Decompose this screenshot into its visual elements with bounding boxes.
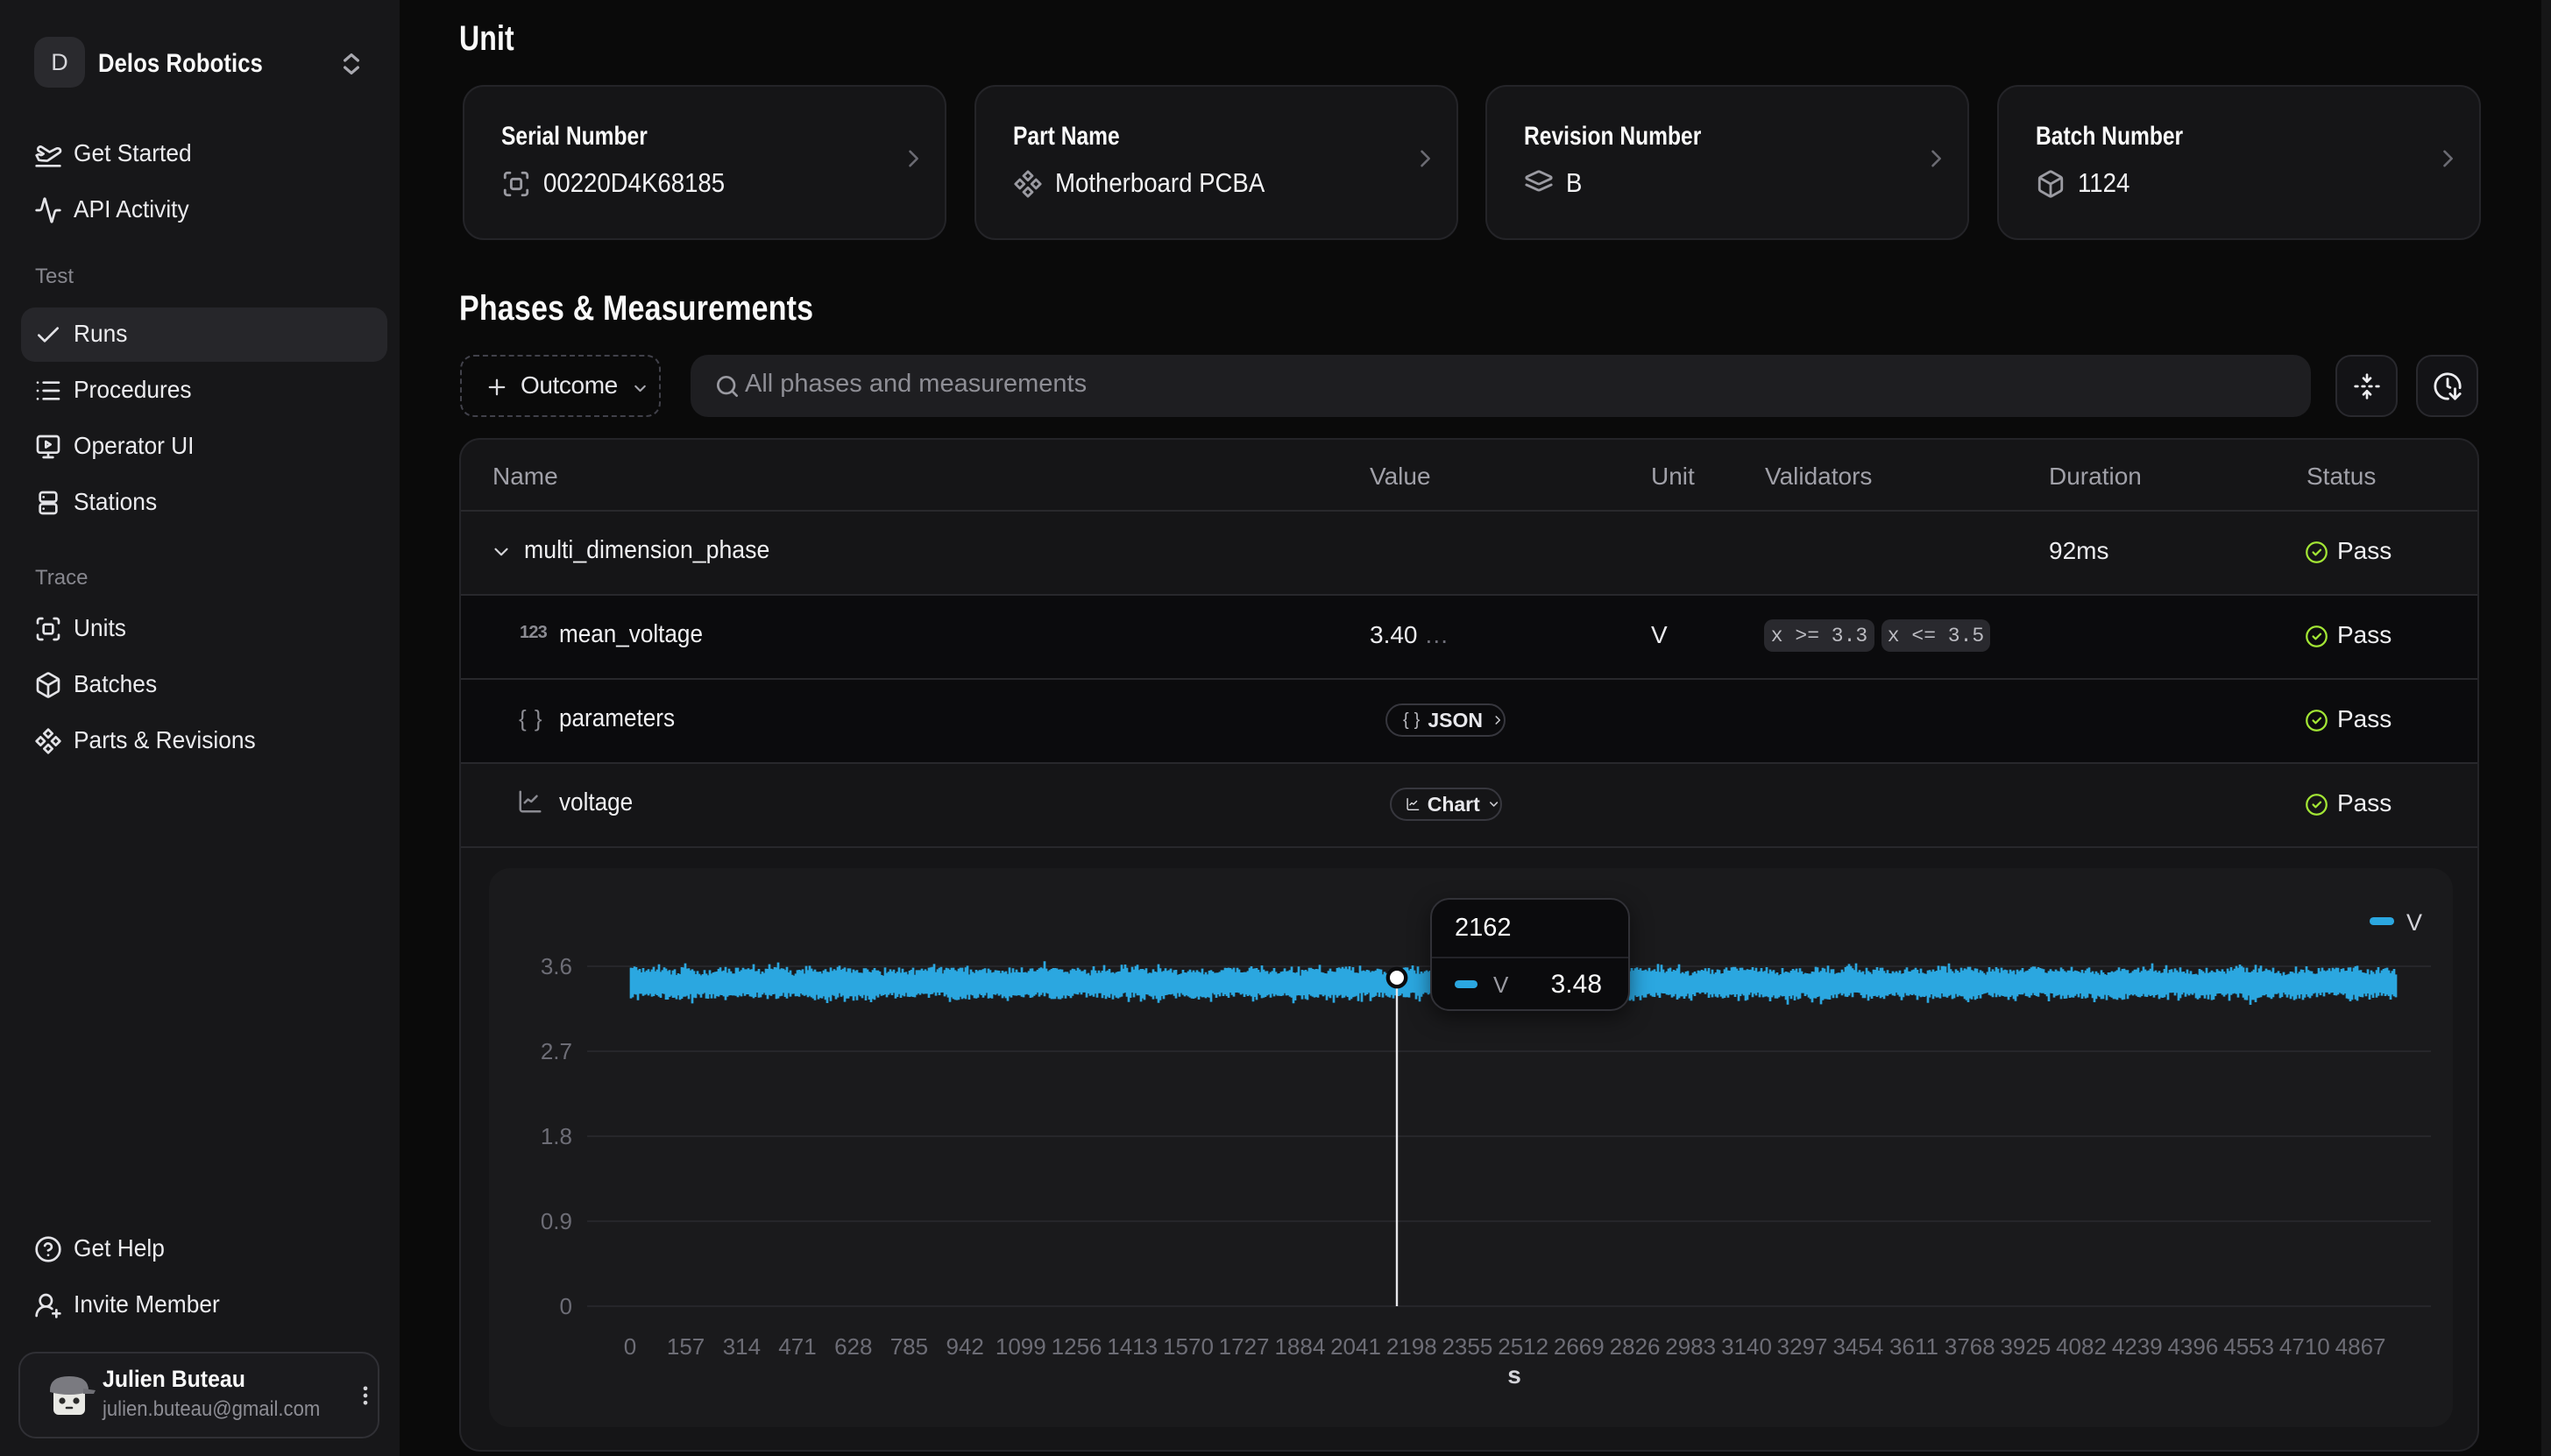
svg-text:3454: 3454 [1832, 1333, 1883, 1360]
svg-text:2041: 2041 [1330, 1333, 1381, 1360]
svg-text:0.9: 0.9 [541, 1208, 572, 1234]
svg-text:1413: 1413 [1107, 1333, 1158, 1360]
svg-text:2512: 2512 [1498, 1333, 1548, 1360]
svg-text:3925: 3925 [2000, 1333, 2051, 1360]
svg-text:1256: 1256 [1052, 1333, 1102, 1360]
svg-text:471: 471 [778, 1333, 816, 1360]
svg-text:1570: 1570 [1163, 1333, 1214, 1360]
svg-text:3611: 3611 [1889, 1333, 1938, 1360]
svg-text:4396: 4396 [2167, 1333, 2218, 1360]
svg-text:1727: 1727 [1219, 1333, 1270, 1360]
svg-text:4553: 4553 [2223, 1333, 2274, 1360]
svg-text:314: 314 [723, 1333, 761, 1360]
svg-text:2355: 2355 [1442, 1333, 1492, 1360]
svg-text:4082: 4082 [2056, 1333, 2107, 1360]
svg-text:3297: 3297 [1777, 1333, 1828, 1360]
svg-text:1.8: 1.8 [541, 1123, 572, 1149]
svg-text:2826: 2826 [1610, 1333, 1661, 1360]
svg-text:2983: 2983 [1665, 1333, 1716, 1360]
svg-text:942: 942 [946, 1333, 984, 1360]
svg-text:4710: 4710 [2279, 1333, 2330, 1360]
svg-text:157: 157 [667, 1333, 705, 1360]
svg-text:V: V [2406, 909, 2422, 936]
svg-text:2198: 2198 [1386, 1333, 1437, 1360]
svg-text:2.7: 2.7 [541, 1038, 572, 1064]
svg-text:3140: 3140 [1721, 1333, 1772, 1360]
svg-text:1099: 1099 [996, 1333, 1046, 1360]
svg-text:0: 0 [624, 1333, 636, 1360]
svg-text:4239: 4239 [2112, 1333, 2163, 1360]
svg-text:628: 628 [834, 1333, 872, 1360]
svg-text:3.6: 3.6 [541, 953, 572, 979]
svg-text:s: s [1507, 1361, 1521, 1389]
svg-text:3768: 3768 [1945, 1333, 1995, 1360]
svg-text:1884: 1884 [1274, 1333, 1325, 1360]
svg-text:785: 785 [890, 1333, 928, 1360]
svg-text:4867: 4867 [2335, 1333, 2386, 1360]
svg-text:0: 0 [560, 1293, 572, 1319]
svg-text:2669: 2669 [1554, 1333, 1605, 1360]
